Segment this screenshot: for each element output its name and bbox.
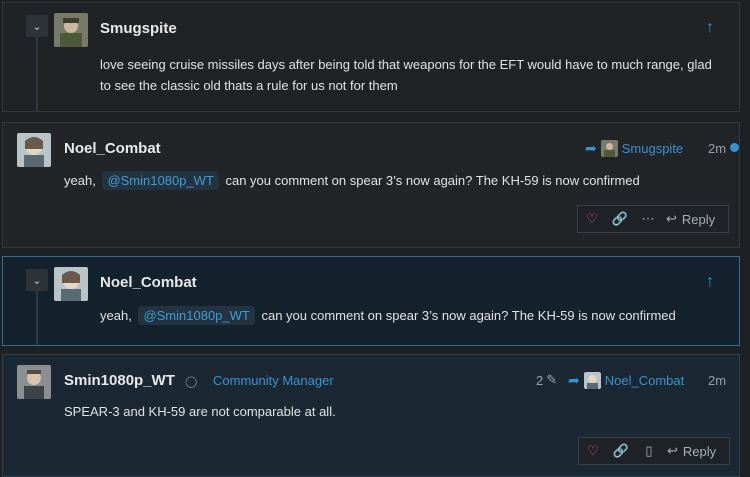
like-icon[interactable]: ♡	[579, 443, 607, 459]
post-noel-combat: Noel_Combat ➦ Smugspite 2m yeah, @Smin10…	[2, 122, 740, 248]
edit-history[interactable]: 2 ✎	[536, 372, 557, 388]
post-body: SPEAR-3 and KH-59 are not comparable at …	[64, 404, 336, 419]
username[interactable]: Smugspite	[100, 20, 177, 37]
pencil-icon: ✎	[546, 372, 558, 387]
link-icon[interactable]: 🔗	[606, 211, 634, 227]
collapse-toggle-button[interactable]: ⌄	[26, 15, 48, 37]
moderator-shield-icon: ◯	[185, 376, 198, 388]
collapse-toggle-button[interactable]: ⌄	[26, 269, 48, 291]
quote-text: yeah, @Smin1080p_WT can you comment on s…	[100, 305, 725, 326]
reply-button[interactable]: ↩ Reply	[663, 443, 726, 459]
post-actions: ♡ 🔗 ▯ ↩ Reply	[578, 437, 730, 465]
jump-to-post-icon[interactable]: ↑	[706, 19, 714, 37]
avatar[interactable]	[54, 13, 88, 47]
avatar[interactable]	[17, 133, 51, 167]
reply-to-username: Smugspite	[621, 141, 684, 156]
edit-count: 2	[536, 372, 544, 388]
reply-to-avatar	[583, 372, 601, 389]
post-time[interactable]: 2m	[708, 373, 726, 388]
reply-icon: ↩	[667, 443, 678, 458]
avatar[interactable]	[54, 267, 88, 301]
username[interactable]: Noel_Combat	[100, 274, 197, 291]
post-text-start: yeah,	[64, 173, 96, 188]
post-time[interactable]: 2m	[708, 141, 726, 156]
user-role: Community Manager	[213, 373, 334, 388]
quote-text: love seeing cruise missiles days after b…	[100, 57, 712, 93]
reply-arrow-icon: ➦	[568, 372, 580, 388]
more-icon[interactable]: ⋯	[634, 211, 662, 227]
reply-to-indicator[interactable]: ➦ Noel_Combat	[568, 372, 684, 389]
post-actions: ♡ 🔗 ⋯ ↩ Reply	[577, 205, 729, 233]
username[interactable]: Noel_Combat	[64, 140, 161, 157]
post-text-end: can you comment on spear 3’s now again? …	[225, 173, 640, 188]
avatar[interactable]	[17, 365, 51, 399]
reply-icon: ↩	[666, 211, 677, 226]
reply-to-avatar	[600, 140, 618, 157]
like-icon[interactable]: ♡	[578, 211, 606, 227]
bookmark-icon[interactable]: ▯	[635, 443, 663, 459]
reply-to-username: Noel_Combat	[604, 373, 685, 388]
post-smin1080p: Smin1080p_WT ◯ Community Manager 2 ✎ ➦ N…	[2, 354, 740, 477]
post-body: yeah, @Smin1080p_WT can you comment on s…	[64, 170, 724, 191]
username[interactable]: Smin1080p_WT	[64, 372, 175, 389]
quote-text-start: yeah,	[100, 308, 132, 323]
chevron-down-icon: ⌄	[32, 274, 42, 287]
reply-arrow-icon: ➦	[585, 140, 597, 156]
link-icon[interactable]: 🔗	[607, 443, 635, 459]
reply-label: Reply	[682, 443, 717, 459]
mention-link[interactable]: @Smin1080p_WT	[102, 171, 219, 190]
unread-dot	[730, 143, 739, 152]
quoted-post-noel-combat: ⌄ Noel_Combat ↑ yeah, @Smin1080p_WT can …	[2, 256, 740, 346]
quoted-post-smugspite: ⌄ Smugspite ↑ love seeing cruise missile…	[2, 2, 740, 112]
mention-link[interactable]: @Smin1080p_WT	[138, 306, 255, 325]
reply-to-indicator[interactable]: ➦ Smugspite	[585, 140, 683, 157]
reply-button[interactable]: ↩ Reply	[662, 211, 725, 227]
reply-label: Reply	[681, 211, 716, 227]
chevron-down-icon: ⌄	[32, 20, 42, 33]
quote-text-end: can you comment on spear 3’s now again? …	[261, 308, 676, 323]
jump-to-post-icon[interactable]: ↑	[706, 273, 714, 291]
